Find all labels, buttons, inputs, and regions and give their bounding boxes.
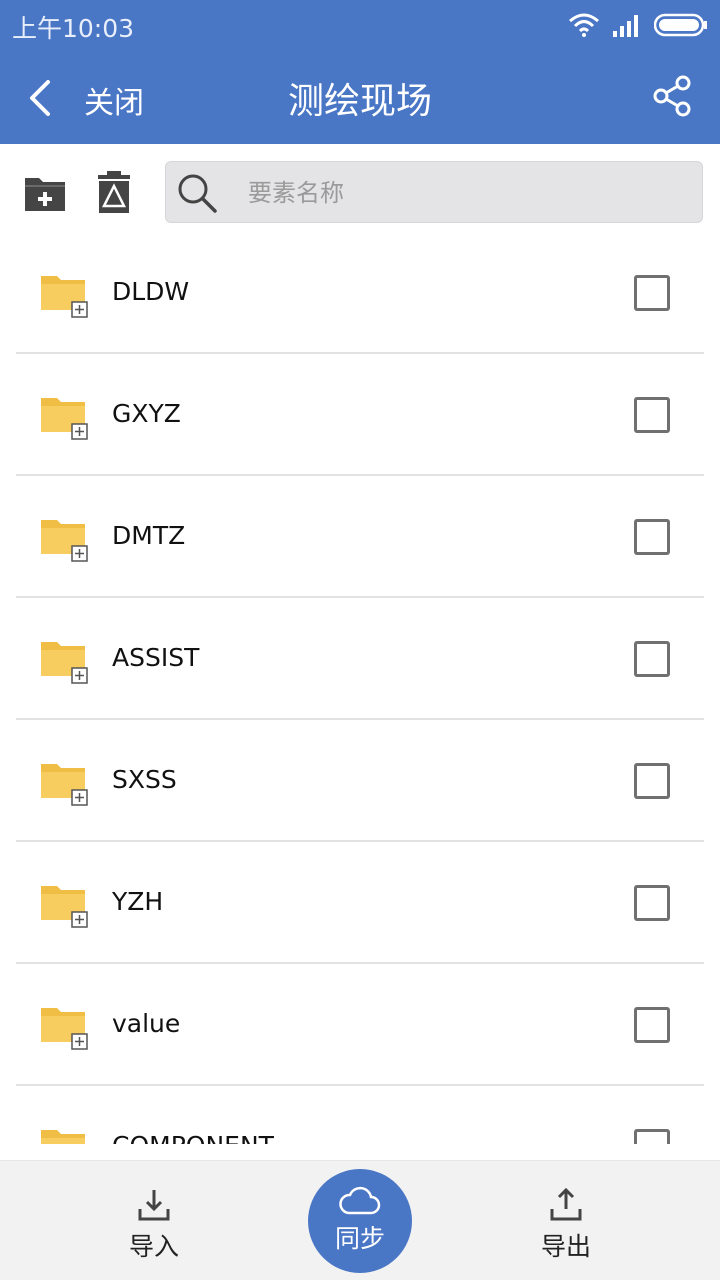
folder-icon	[41, 276, 88, 318]
search-icon	[178, 174, 217, 213]
status-icons	[568, 10, 708, 40]
list-item[interactable]: GXYZ	[0, 354, 720, 476]
status-bar: 上午10:03	[0, 0, 720, 50]
select-checkbox[interactable]	[634, 641, 670, 677]
import-button[interactable]: 导入	[94, 1161, 214, 1281]
folder-name: value	[112, 1009, 181, 1038]
recycle-bin-icon[interactable]	[96, 170, 132, 214]
folder-name: SXSS	[112, 765, 177, 794]
select-checkbox[interactable]	[634, 1129, 670, 1144]
select-checkbox[interactable]	[634, 1007, 670, 1043]
page-title: 测绘现场	[287, 81, 432, 122]
folder-icon	[41, 520, 88, 562]
select-checkbox[interactable]	[634, 519, 670, 555]
sync-label: 同步	[334, 1224, 385, 1253]
folder-icon	[41, 398, 88, 440]
cloud-icon	[339, 1186, 381, 1215]
app-header: 关闭 测绘现场	[0, 50, 720, 144]
list-item[interactable]: value	[0, 964, 720, 1086]
share-icon[interactable]	[652, 74, 692, 118]
folder-icon	[41, 764, 88, 806]
list-item[interactable]: ASSIST	[0, 598, 720, 720]
import-icon	[138, 1190, 170, 1221]
list-item[interactable]: DLDW	[0, 232, 720, 354]
toolbar	[0, 144, 720, 240]
select-checkbox[interactable]	[634, 397, 670, 433]
folder-icon	[41, 886, 88, 928]
status-time: 上午10:03	[12, 14, 135, 43]
new-folder-icon[interactable]	[24, 174, 66, 212]
select-checkbox[interactable]	[634, 763, 670, 799]
export-icon	[550, 1187, 582, 1221]
search-input[interactable]	[246, 170, 670, 216]
list-item[interactable]: DMTZ	[0, 476, 720, 598]
folder-icon	[41, 642, 88, 684]
export-button[interactable]: 导出	[506, 1161, 626, 1281]
import-label: 导入	[128, 1232, 179, 1261]
folder-name: DLDW	[112, 277, 190, 306]
folder-name: YZH	[112, 887, 164, 916]
wifi-icon	[569, 13, 599, 37]
bottom-action-bar: 导入 同步 导出	[0, 1160, 720, 1280]
folder-list: DLDW GXYZ DMTZ ASSIST SXSS YZH value	[0, 232, 720, 1144]
battery-icon	[654, 13, 707, 37]
folder-name: COMPONENT	[112, 1131, 274, 1144]
search-box[interactable]	[165, 161, 703, 223]
signal-icon	[613, 15, 638, 37]
sync-button[interactable]: 同步	[308, 1169, 412, 1273]
folder-name: GXYZ	[112, 399, 181, 428]
list-item[interactable]: SXSS	[0, 720, 720, 842]
folder-icon	[41, 1130, 85, 1144]
select-checkbox[interactable]	[634, 885, 670, 921]
folder-name: ASSIST	[112, 643, 200, 672]
folder-icon	[41, 1008, 88, 1050]
list-item[interactable]: YZH	[0, 842, 720, 964]
select-checkbox[interactable]	[634, 275, 670, 311]
export-label: 导出	[540, 1232, 591, 1261]
folder-name: DMTZ	[112, 521, 186, 550]
list-item[interactable]: COMPONENT	[0, 1086, 720, 1144]
